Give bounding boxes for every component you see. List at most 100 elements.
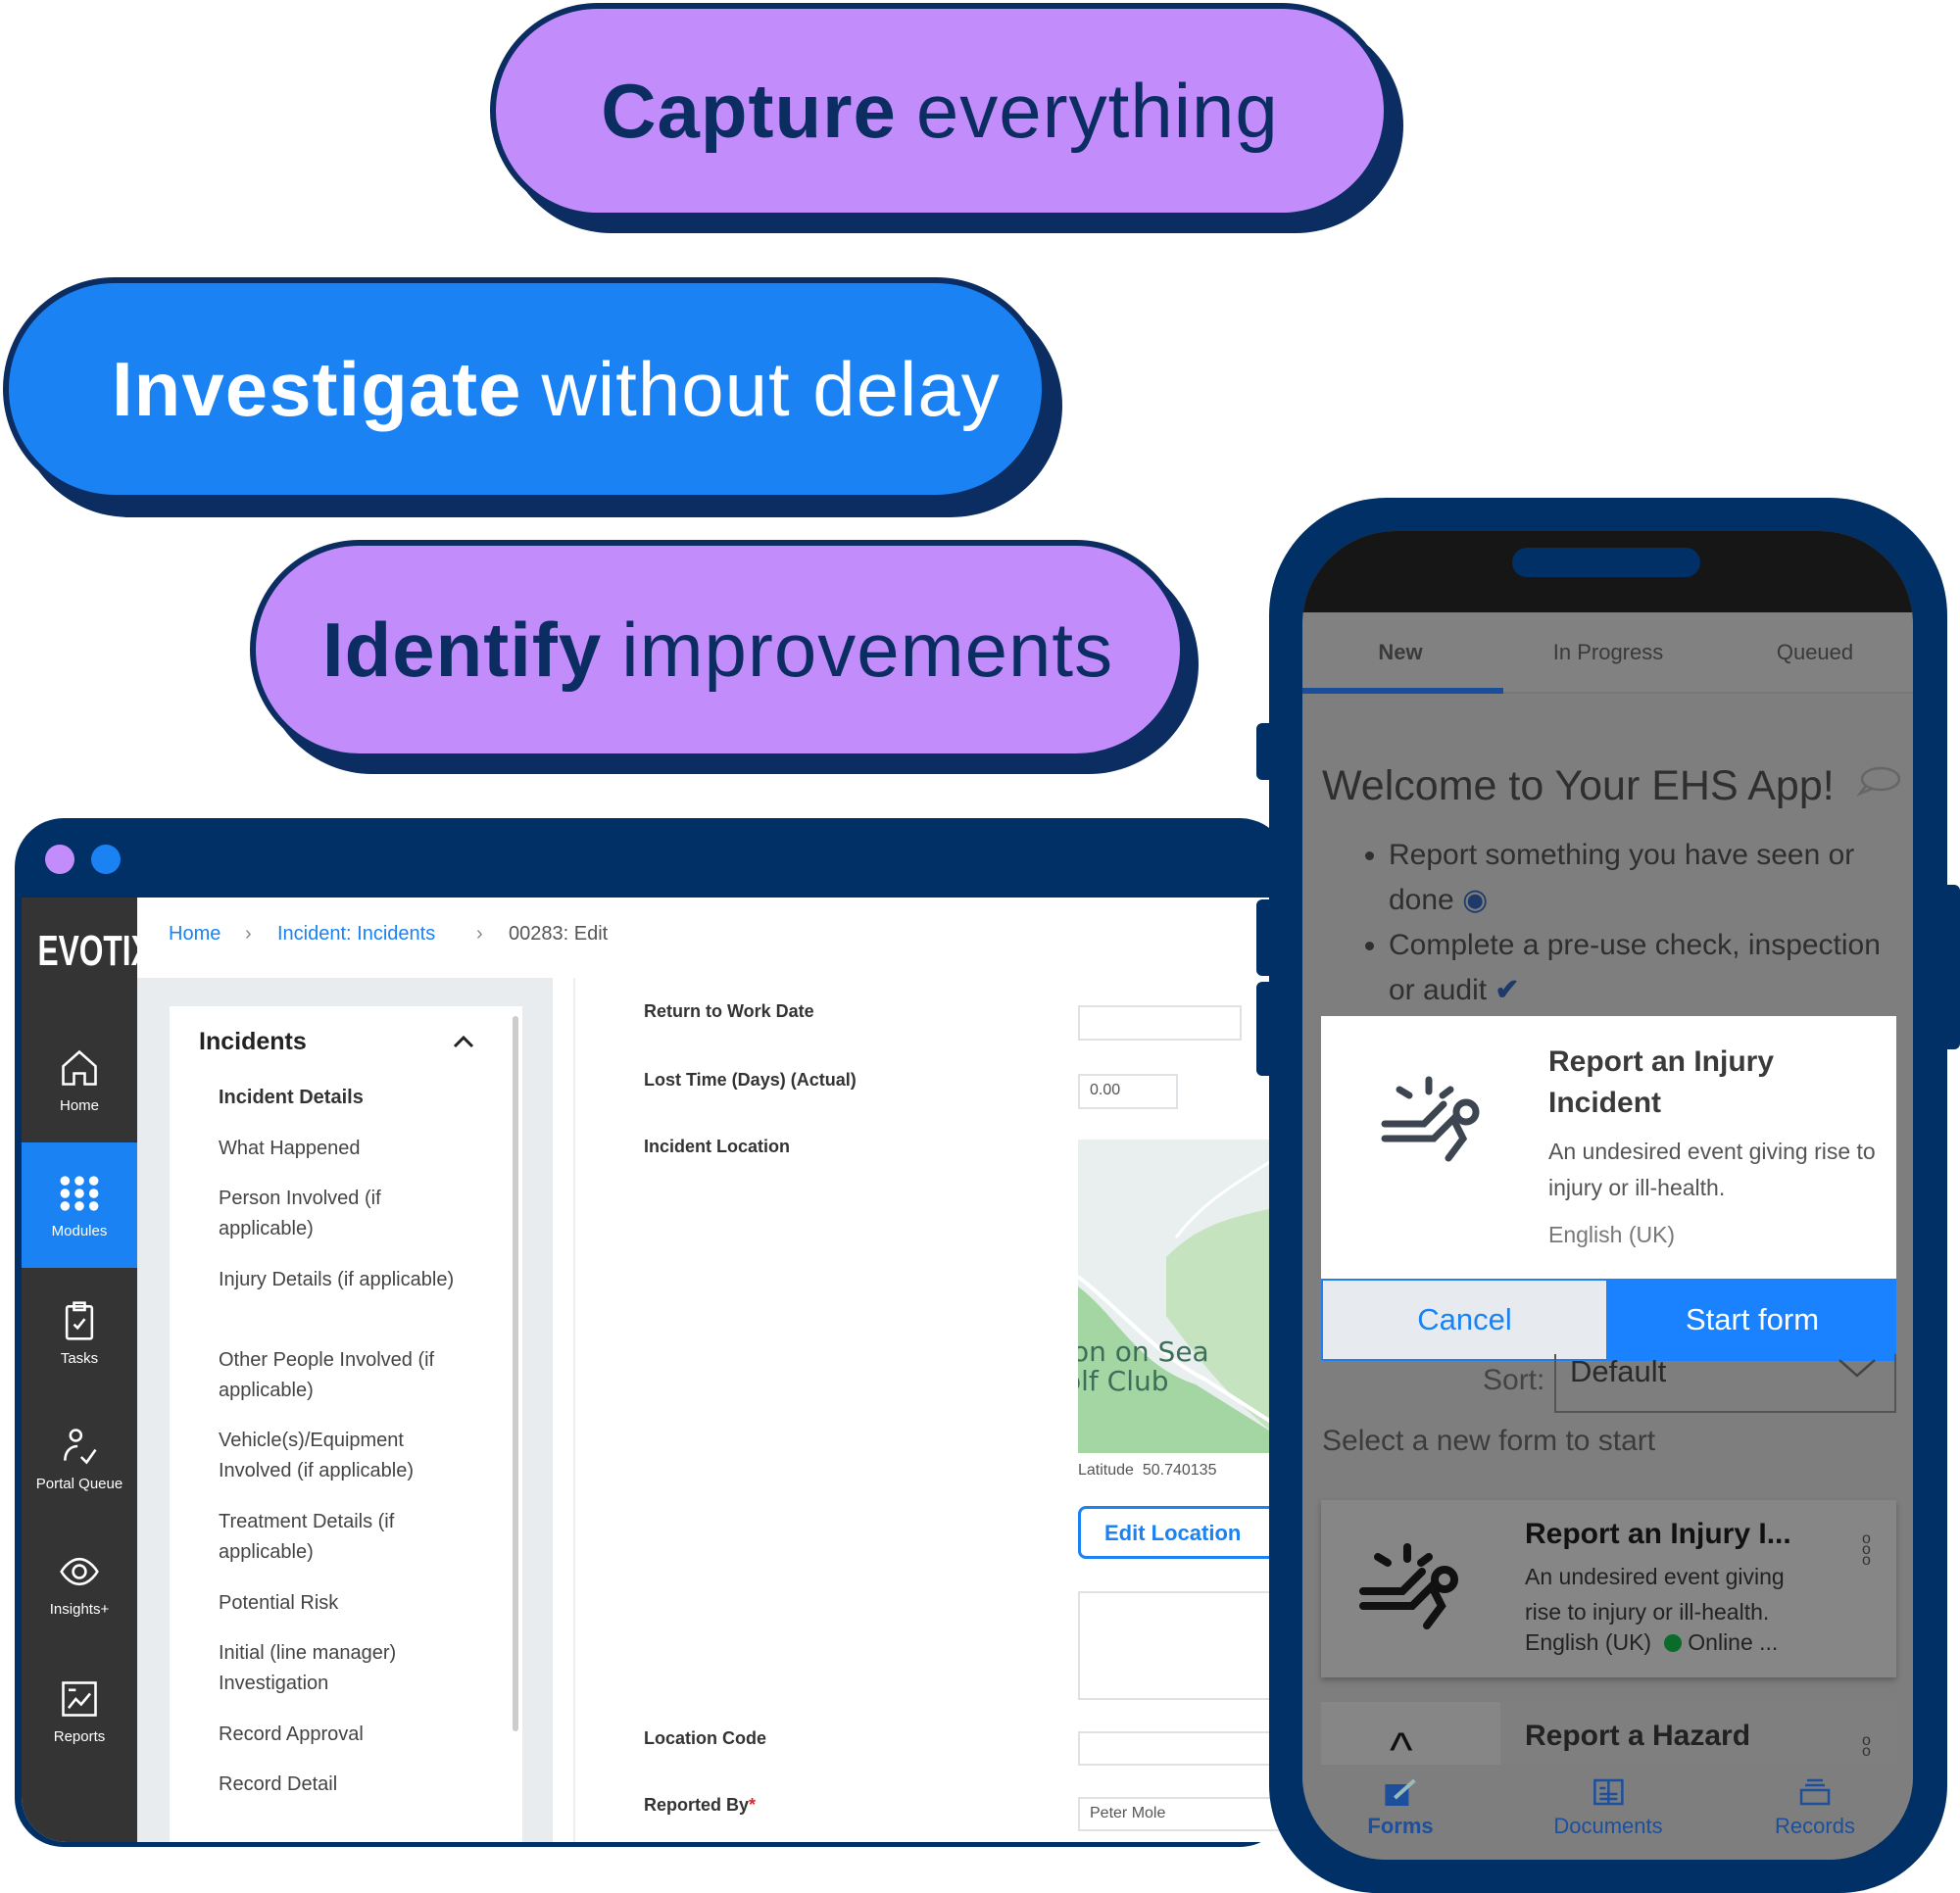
pencil-square-icon — [1385, 1778, 1416, 1806]
cancel-button[interactable]: Cancel — [1321, 1279, 1608, 1361]
chevron-right-icon: › — [476, 923, 483, 945]
sort-label: Sort: — [1483, 1364, 1545, 1396]
sidebar-label: Insights+ — [49, 1600, 110, 1618]
breadcrumb-home[interactable]: Home — [169, 923, 220, 946]
sidebar-item-home[interactable]: Home — [22, 1017, 137, 1142]
latitude-value: 50.740135 — [1142, 1462, 1217, 1479]
more-options-icon[interactable]: ooo — [1862, 1531, 1871, 1569]
sidebar-label: Portal Queue — [35, 1475, 123, 1492]
bullet-item: Complete a pre-use check, inspection or … — [1389, 923, 1900, 1013]
nav-documents[interactable]: Documents — [1553, 1776, 1663, 1839]
menu-item[interactable]: Initial (line manager) Investigation — [219, 1638, 444, 1699]
window-dot-purple — [45, 845, 74, 874]
menu-item[interactable]: Person Involved (if applicable) — [219, 1184, 473, 1244]
lost-time-input[interactable]: 0.00 — [1078, 1074, 1178, 1109]
more-options-icon[interactable]: oo — [1862, 1733, 1871, 1760]
breadcrumb-incidents[interactable]: Incident: Incidents — [277, 923, 435, 946]
location-map[interactable]: on on Sea olf Club — [1078, 1140, 1274, 1453]
grid-icon — [60, 1175, 99, 1211]
incident-location-label: Incident Location — [644, 1137, 791, 1156]
chevron-right-icon: › — [245, 923, 252, 945]
reported-by-text: Reported By — [644, 1795, 750, 1815]
form-card-injury[interactable]: Report an Injury I... An undesired event… — [1321, 1500, 1896, 1677]
menu-item[interactable]: Record Approval — [219, 1720, 473, 1750]
location-code-label: Location Code — [644, 1728, 766, 1748]
select-form-text: Select a new form to start — [1322, 1425, 1656, 1457]
chevron-up-icon[interactable] — [452, 1032, 475, 1051]
check-icon: ✔ — [1494, 974, 1520, 1006]
section-title: Incidents — [199, 1028, 307, 1055]
form-meta: English (UK) Online ... — [1525, 1629, 1778, 1656]
sidebar: EVOTIX Home Modules Tasks Portal Queue I… — [22, 898, 152, 1842]
chevron-down-icon — [1838, 1359, 1876, 1378]
menu-item[interactable]: Other People Involved (if applicable) — [219, 1345, 473, 1406]
return-to-work-label: Return to Work Date — [644, 1001, 814, 1021]
desktop-app: EVOTIX Home Modules Tasks Portal Queue I… — [22, 898, 1286, 1842]
menu-item[interactable]: Treatment Details (if applicable) — [219, 1507, 473, 1568]
headline-investigate: Investigate without delay — [3, 277, 1048, 501]
lost-time-label: Lost Time (Days) (Actual) — [644, 1070, 857, 1090]
chart-icon — [62, 1680, 97, 1717]
active-tab-underline — [1302, 688, 1503, 694]
sidebar-item-portal-queue[interactable]: Portal Queue — [22, 1395, 137, 1521]
modal-title: Report an Injury Incident — [1548, 1045, 1775, 1119]
headline-rest: everything — [915, 67, 1279, 154]
bullet-text: Complete a pre-use check, inspection or … — [1389, 929, 1881, 1006]
edit-location-button[interactable]: Edit Location — [1078, 1506, 1284, 1559]
sidebar-label: Tasks — [60, 1349, 99, 1367]
form-description: An undesired event giving rise to injury… — [1525, 1564, 1785, 1625]
phone-notch — [1512, 548, 1700, 577]
speech-bubble-icon — [1855, 766, 1900, 797]
location-code-input[interactable] — [1078, 1731, 1286, 1766]
location-textarea[interactable] — [1078, 1591, 1286, 1700]
sidebar-item-reports[interactable]: Reports — [22, 1648, 137, 1773]
tab-new[interactable]: New — [1378, 640, 1422, 665]
nav-records[interactable]: Records — [1775, 1776, 1855, 1839]
headline-bold: Identify — [321, 606, 603, 693]
headline-rest: improvements — [621, 606, 1114, 693]
injury-icon — [1381, 1076, 1480, 1162]
menu-item[interactable]: Vehicle(s)/Equipment Involved (if applic… — [219, 1426, 473, 1486]
sidebar-item-modules[interactable]: Modules — [22, 1142, 137, 1268]
welcome-text: Welcome to Your EHS App! — [1322, 762, 1835, 809]
nav-label: Records — [1775, 1814, 1855, 1838]
menu-item[interactable]: What Happened — [219, 1134, 473, 1164]
modal-language: English (UK) — [1548, 1222, 1676, 1247]
scrollbar[interactable] — [513, 1016, 518, 1731]
required-mark: * — [749, 1795, 757, 1815]
sort-select[interactable]: Default — [1554, 1354, 1896, 1413]
tab-in-progress[interactable]: In Progress — [1553, 640, 1664, 665]
menu-item-incident-details[interactable]: Incident Details — [219, 1083, 473, 1113]
start-form-button[interactable]: Start form — [1608, 1279, 1896, 1361]
bullet-item: Report something you have seen or done ◉ — [1389, 833, 1900, 923]
modal-description: An undesired event giving rise to injury… — [1548, 1139, 1876, 1200]
map-label: olf Club — [1078, 1365, 1169, 1397]
welcome-heading: Welcome to Your EHS App! — [1322, 762, 1901, 810]
reported-by-input[interactable]: Peter Mole — [1078, 1797, 1286, 1831]
bullet-text: Report something you have seen or done — [1389, 839, 1855, 916]
tab-bar: New In Progress Queued — [1302, 612, 1913, 694]
eye-icon — [60, 1557, 99, 1585]
menu-item[interactable]: Injury Details (if applicable) — [219, 1265, 473, 1295]
sidebar-label: Home — [59, 1096, 99, 1114]
nav-label: Documents — [1553, 1814, 1663, 1838]
tab-queued[interactable]: Queued — [1777, 640, 1853, 665]
sidebar-label: Reports — [53, 1727, 106, 1745]
latitude: Latitude 50.740135 — [1078, 1462, 1216, 1480]
divider — [573, 978, 575, 1842]
online-status-dot — [1663, 1634, 1682, 1652]
map-label: on on Sea — [1078, 1335, 1209, 1368]
menu-item[interactable]: Potential Risk — [219, 1588, 473, 1619]
return-to-work-input[interactable] — [1078, 1005, 1242, 1041]
user-check-icon — [64, 1428, 97, 1464]
headline-identify: Identify improvements — [250, 540, 1186, 759]
start-form-modal: Report an Injury Incident An undesired e… — [1321, 1016, 1896, 1279]
menu-item[interactable]: Record Detail — [219, 1770, 473, 1800]
sidebar-item-insights[interactable]: Insights+ — [22, 1521, 137, 1646]
latitude-label: Latitude — [1078, 1462, 1134, 1479]
sidebar-item-tasks[interactable]: Tasks — [22, 1270, 137, 1395]
window-dot-blue — [91, 845, 121, 874]
nav-forms[interactable]: Forms — [1367, 1776, 1434, 1839]
headline-bold: Capture — [601, 67, 897, 154]
sort-value: Default — [1570, 1354, 1667, 1388]
